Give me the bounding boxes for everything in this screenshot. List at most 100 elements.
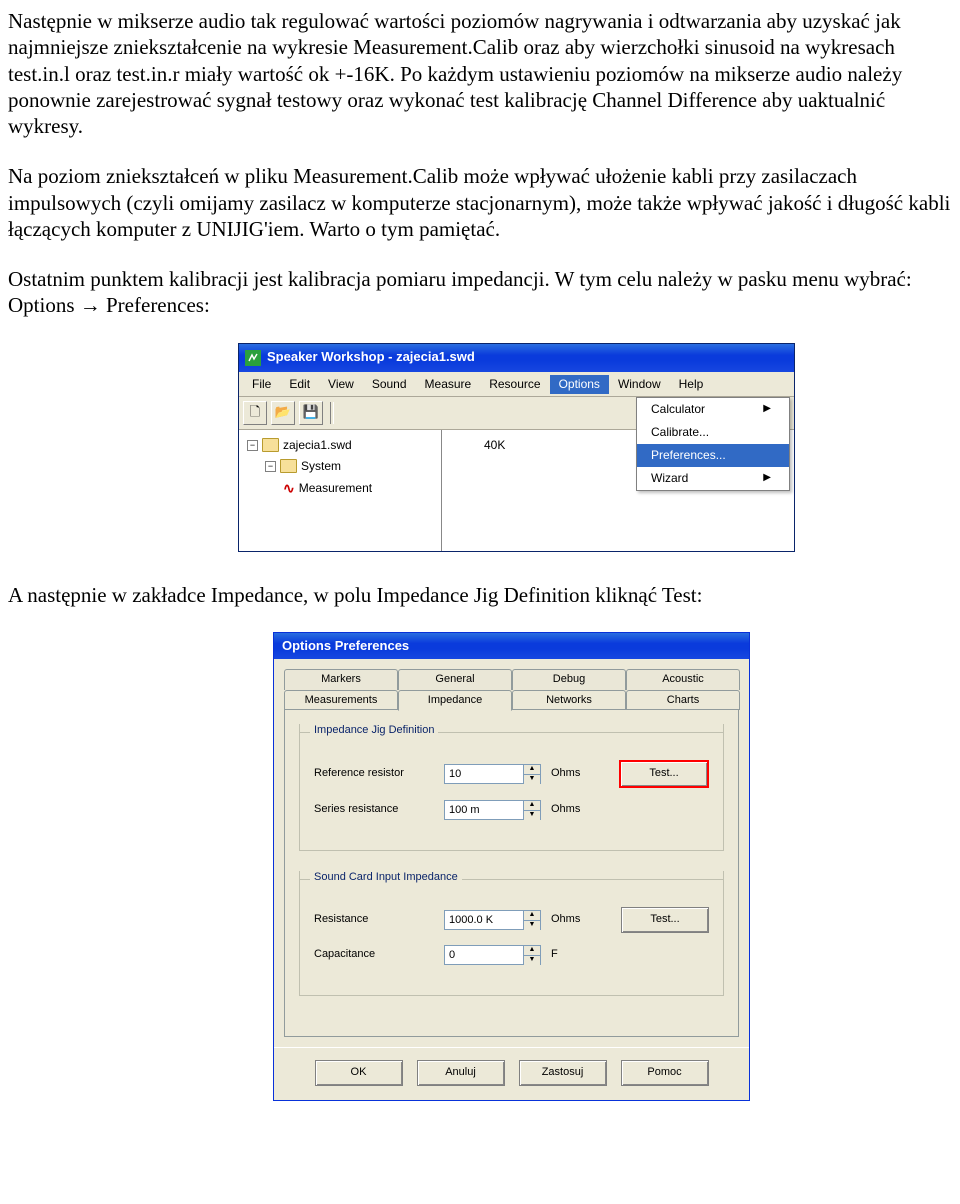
unit-farad: F — [551, 948, 595, 962]
options-calibrate-label: Calibrate... — [651, 425, 709, 440]
group-soundcard-legend: Sound Card Input Impedance — [310, 871, 462, 885]
spin-buttons[interactable]: ▲▼ — [523, 910, 541, 930]
toolbar-new-icon[interactable]: 🗋 — [243, 401, 267, 425]
tab-acoustic[interactable]: Acoustic — [626, 669, 740, 690]
spin-buttons[interactable]: ▲▼ — [523, 764, 541, 784]
window-title: Speaker Workshop - zajecia1.swd — [267, 349, 475, 365]
prefs-title-text: Options Preferences — [282, 638, 409, 654]
app-icon — [245, 350, 261, 366]
spin-down-icon[interactable]: ▼ — [524, 811, 540, 820]
menu-window[interactable]: Window — [609, 375, 670, 394]
unit-ohms: Ohms — [551, 913, 595, 927]
tabstrip: Markers General Debug Acoustic Measureme… — [284, 669, 739, 711]
paragraph-2: Na poziom zniekształceń w pliku Measurem… — [8, 163, 952, 242]
tab-debug[interactable]: Debug — [512, 669, 626, 690]
options-preferences-window: Options Preferences Markers General Debu… — [273, 632, 750, 1102]
folder-icon — [280, 459, 297, 473]
button-help[interactable]: Pomoc — [621, 1060, 709, 1086]
tab-networks[interactable]: Networks — [512, 690, 626, 711]
options-calibrate[interactable]: Calibrate... — [637, 421, 789, 444]
menu-edit[interactable]: Edit — [280, 375, 319, 394]
menu-measure[interactable]: Measure — [416, 375, 481, 394]
menu-resource[interactable]: Resource — [480, 375, 549, 394]
input-reference-resistor[interactable] — [444, 764, 523, 784]
spin-buttons[interactable]: ▲▼ — [523, 945, 541, 965]
row-resistance: Resistance ▲▼ Ohms Test... — [314, 907, 709, 933]
spin-up-icon[interactable]: ▲ — [524, 765, 540, 775]
menubar: File Edit View Sound Measure Resource Op… — [239, 372, 794, 397]
prefs-titlebar[interactable]: Options Preferences — [274, 633, 749, 659]
spin-down-icon[interactable]: ▼ — [524, 775, 540, 784]
spin-up-icon[interactable]: ▲ — [524, 911, 540, 921]
spin-up-icon[interactable]: ▲ — [524, 801, 540, 811]
project-tree[interactable]: − zajecia1.swd − System ∿ Measurement — [239, 430, 442, 551]
spin-reference-resistor[interactable]: ▲▼ — [444, 764, 541, 784]
spin-down-icon[interactable]: ▼ — [524, 921, 540, 930]
options-calculator[interactable]: Calculator ▶ — [637, 398, 789, 421]
spin-resistance[interactable]: ▲▼ — [444, 910, 541, 930]
speaker-workshop-window: Speaker Workshop - zajecia1.swd File Edi… — [238, 343, 795, 552]
options-wizard-label: Wizard — [651, 471, 688, 486]
spin-down-icon[interactable]: ▼ — [524, 956, 540, 965]
group-soundcard-impedance: Sound Card Input Impedance Resistance ▲▼… — [299, 871, 724, 996]
input-resistance[interactable] — [444, 910, 523, 930]
tab-measurements[interactable]: Measurements — [284, 690, 398, 711]
menu-file[interactable]: File — [243, 375, 280, 394]
paragraph-4: A następnie w zakładce Impedance, w polu… — [8, 582, 952, 608]
paragraph-1: Następnie w mikserze audio tak regulować… — [8, 8, 952, 139]
folder-icon — [262, 438, 279, 452]
tab-panel-impedance: Impedance Jig Definition Reference resis… — [284, 709, 739, 1037]
submenu-arrow-icon: ▶ — [763, 403, 771, 416]
button-apply[interactable]: Zastosuj — [519, 1060, 607, 1086]
menu-sound[interactable]: Sound — [363, 375, 416, 394]
prefs-body: Markers General Debug Acoustic Measureme… — [274, 659, 749, 1048]
toolbar-open-icon[interactable]: 📂 — [271, 401, 295, 425]
toolbar-separator — [330, 402, 334, 424]
tree-collapse-icon[interactable]: − — [265, 461, 276, 472]
group-impedance-jig: Impedance Jig Definition Reference resis… — [299, 724, 724, 851]
tree-measurement-label: Measurement — [299, 481, 372, 496]
options-dropdown: Calculator ▶ Calibrate... Preferences...… — [636, 397, 790, 491]
window-titlebar[interactable]: Speaker Workshop - zajecia1.swd — [239, 344, 794, 372]
button-test-jig[interactable]: Test... — [619, 760, 709, 788]
tab-general[interactable]: General — [398, 669, 512, 690]
menu-help[interactable]: Help — [670, 375, 713, 394]
prefs-footer: OK Anuluj Zastosuj Pomoc — [274, 1047, 749, 1100]
row-reference-resistor: Reference resistor ▲▼ Ohms Test... — [314, 760, 709, 788]
tree-system-label: System — [301, 459, 341, 474]
spin-up-icon[interactable]: ▲ — [524, 946, 540, 956]
unit-ohms: Ohms — [551, 767, 595, 781]
options-wizard[interactable]: Wizard ▶ — [637, 467, 789, 490]
label-capacitance: Capacitance — [314, 948, 434, 962]
toolbar: 🗋 📂 💾 Calculator ▶ Calibrate... Preferen… — [239, 397, 794, 430]
tab-charts[interactable]: Charts — [626, 690, 740, 711]
spin-series-resistance[interactable]: ▲▼ — [444, 800, 541, 820]
group-impedance-jig-legend: Impedance Jig Definition — [310, 724, 438, 738]
button-cancel[interactable]: Anuluj — [417, 1060, 505, 1086]
options-preferences[interactable]: Preferences... — [637, 444, 789, 467]
label-resistance: Resistance — [314, 913, 434, 927]
row-series-resistance: Series resistance ▲▼ Ohms — [314, 800, 709, 820]
tab-markers[interactable]: Markers — [284, 669, 398, 690]
menu-options[interactable]: Options — [550, 375, 609, 394]
button-ok[interactable]: OK — [315, 1060, 403, 1086]
menu-view[interactable]: View — [319, 375, 363, 394]
options-preferences-label: Preferences... — [651, 448, 726, 463]
submenu-arrow-icon: ▶ — [763, 472, 771, 485]
input-series-resistance[interactable] — [444, 800, 523, 820]
toolbar-save-icon[interactable]: 💾 — [299, 401, 323, 425]
spin-capacitance[interactable]: ▲▼ — [444, 945, 541, 965]
tree-collapse-icon[interactable]: − — [247, 440, 258, 451]
label-series-resistance: Series resistance — [314, 803, 434, 817]
tree-measurement[interactable]: ∿ Measurement — [283, 480, 437, 498]
paragraph-3: Ostatnim punktem kalibracji jest kalibra… — [8, 266, 952, 319]
options-calculator-label: Calculator — [651, 402, 705, 417]
tree-root[interactable]: − zajecia1.swd — [247, 438, 437, 453]
unit-ohms: Ohms — [551, 803, 595, 817]
tree-root-label: zajecia1.swd — [283, 438, 352, 453]
input-capacitance[interactable] — [444, 945, 523, 965]
button-test-soundcard[interactable]: Test... — [621, 907, 709, 933]
spin-buttons[interactable]: ▲▼ — [523, 800, 541, 820]
tree-system[interactable]: − System — [265, 459, 437, 474]
tab-impedance[interactable]: Impedance — [398, 690, 512, 712]
